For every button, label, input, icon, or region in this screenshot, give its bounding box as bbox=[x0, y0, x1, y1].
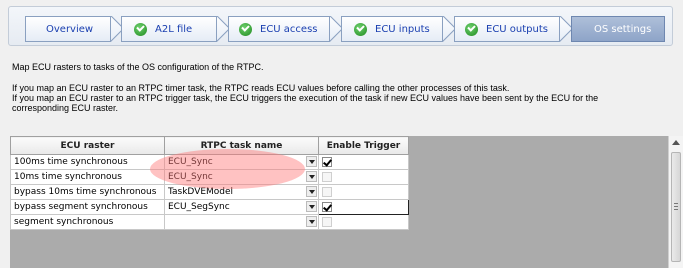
step-a2l-file[interactable]: A2L file bbox=[121, 16, 223, 42]
table-header-row: ECU raster RTPC task name Enable Trigger bbox=[10, 136, 409, 155]
rtpc-task-select[interactable]: ECU_Sync bbox=[164, 169, 319, 185]
step-ecu-outputs[interactable]: ECU outputs bbox=[454, 16, 566, 42]
step-overview-body: Overview bbox=[25, 16, 111, 42]
scrollbar-thumb[interactable] bbox=[671, 152, 681, 262]
table-row: 10ms time synchronous ECU_Sync bbox=[10, 169, 409, 185]
ecu-raster-cell[interactable]: segment synchronous bbox=[10, 214, 165, 230]
grip-line bbox=[674, 203, 678, 204]
ecu-raster-cell[interactable]: 100ms time synchronous bbox=[10, 154, 165, 170]
table-row: segment synchronous bbox=[10, 214, 409, 230]
raster-mapping-grid: ECU raster RTPC task name Enable Trigger… bbox=[10, 136, 681, 268]
enable-trigger-checkbox[interactable] bbox=[322, 216, 332, 227]
dropdown-arrow-icon[interactable] bbox=[306, 171, 317, 182]
step-label: A2L file bbox=[155, 23, 193, 35]
dropdown-arrow-icon[interactable] bbox=[306, 186, 317, 197]
wizard-navigation-bar: Overview A2L file ECU access ECU inputs … bbox=[8, 6, 673, 46]
rtpc-task-value: ECU_SegSync bbox=[168, 202, 230, 212]
check-icon bbox=[239, 22, 252, 36]
vertical-scrollbar[interactable] bbox=[668, 136, 683, 268]
enable-trigger-checkbox[interactable] bbox=[322, 201, 332, 212]
enable-trigger-cell bbox=[318, 184, 409, 200]
header-ecu-raster[interactable]: ECU raster bbox=[10, 136, 165, 155]
check-icon bbox=[134, 22, 147, 36]
table-row: 100ms time synchronous ECU_Sync bbox=[10, 154, 409, 170]
header-enable-trigger[interactable]: Enable Trigger bbox=[318, 136, 409, 155]
step-a2l-file-body: A2L file bbox=[121, 16, 217, 42]
step-label: ECU inputs bbox=[375, 23, 430, 35]
rtpc-task-value: ECU_Sync bbox=[168, 172, 213, 182]
step-os-settings-body: OS settings bbox=[571, 16, 665, 42]
enable-trigger-cell bbox=[318, 214, 409, 230]
header-rtpc-task-name[interactable]: RTPC task name bbox=[164, 136, 319, 155]
rtpc-task-value: TaskDVEModel bbox=[168, 187, 234, 197]
step-ecu-inputs-body: ECU inputs bbox=[341, 16, 443, 42]
step-label: ECU access bbox=[260, 23, 318, 35]
grip-line bbox=[674, 209, 678, 210]
rtpc-task-select[interactable]: TaskDVEModel bbox=[164, 184, 319, 200]
dropdown-arrow-icon[interactable] bbox=[306, 216, 317, 227]
raster-mapping-table: ECU raster RTPC task name Enable Trigger… bbox=[10, 136, 409, 230]
rtpc-task-select[interactable]: ECU_SegSync bbox=[164, 199, 319, 215]
grip-line bbox=[674, 206, 678, 207]
description-line-1: Map ECU rasters to tasks of the OS confi… bbox=[12, 62, 264, 72]
enable-trigger-checkbox[interactable] bbox=[322, 171, 332, 182]
step-label: ECU outputs bbox=[486, 23, 548, 35]
step-label: Overview bbox=[46, 23, 94, 35]
scroll-up-arrow-icon[interactable] bbox=[672, 140, 680, 145]
enable-trigger-checkbox[interactable] bbox=[322, 156, 332, 167]
description-line-4: corresponding ECU raster. bbox=[12, 103, 119, 113]
ecu-raster-cell[interactable]: bypass 10ms time synchronous bbox=[10, 184, 165, 200]
ecu-raster-cell[interactable]: bypass segment synchronous bbox=[10, 199, 165, 215]
step-ecu-access[interactable]: ECU access bbox=[228, 16, 336, 42]
dropdown-arrow-icon[interactable] bbox=[306, 156, 317, 167]
table-row: bypass segment synchronous ECU_SegSync bbox=[10, 199, 409, 215]
check-icon bbox=[354, 22, 367, 36]
description-line-3: If you map an ECU raster to an RTPC trig… bbox=[12, 93, 599, 103]
table-row: bypass 10ms time synchronous TaskDVEMode… bbox=[10, 184, 409, 200]
check-icon bbox=[465, 22, 478, 36]
rtpc-task-select[interactable]: ECU_Sync bbox=[164, 154, 319, 170]
rtpc-task-value: ECU_Sync bbox=[168, 157, 213, 167]
enable-trigger-cell bbox=[318, 154, 409, 170]
description-line-2: If you map an ECU raster to an RTPC time… bbox=[12, 83, 510, 93]
step-label: OS settings bbox=[594, 23, 652, 35]
dropdown-arrow-icon[interactable] bbox=[306, 201, 317, 212]
step-ecu-outputs-body: ECU outputs bbox=[454, 16, 560, 42]
step-ecu-inputs[interactable]: ECU inputs bbox=[341, 16, 449, 42]
enable-trigger-checkbox[interactable] bbox=[322, 186, 332, 197]
enable-trigger-cell bbox=[318, 169, 409, 185]
enable-trigger-cell bbox=[318, 199, 409, 215]
step-overview[interactable]: Overview bbox=[25, 16, 117, 42]
step-ecu-access-body: ECU access bbox=[228, 16, 330, 42]
rtpc-task-select[interactable] bbox=[164, 214, 319, 230]
step-os-settings[interactable]: OS settings bbox=[571, 16, 665, 42]
ecu-raster-cell[interactable]: 10ms time synchronous bbox=[10, 169, 165, 185]
